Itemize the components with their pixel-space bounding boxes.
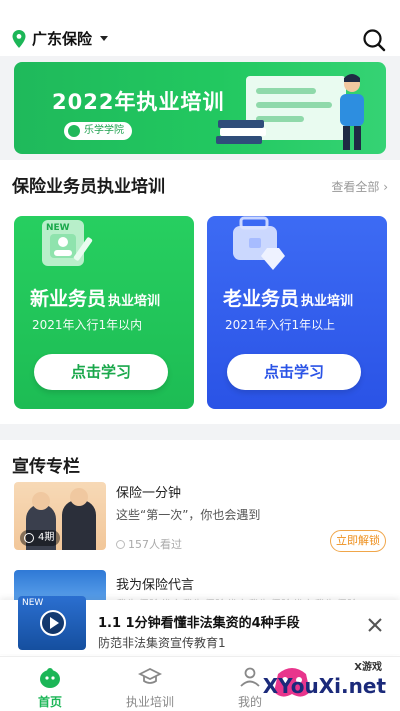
list-item[interactable]: 4期 保险一分钟 这些“第一次”，你也会遇到 157人看过 立即解锁 <box>14 482 386 554</box>
location-pin-icon <box>12 29 26 48</box>
training-section-title: 保险业务员执业培训 <box>12 177 165 197</box>
player-title: 1.1 1分钟看懂非法集资的4种手段 <box>98 616 300 631</box>
teacher-illustration <box>340 74 364 150</box>
top-bar: 广东保险 <box>0 0 400 56</box>
view-count: 157人看过 <box>116 536 182 552</box>
new-agent-card[interactable]: NEW 新业务员 执业培训 2021年入行1年以内 点击学习 <box>14 216 194 409</box>
promo-banner[interactable]: 2022年执业培训 乐学学院 <box>14 62 386 154</box>
player-subtitle: 防范非法集资宣传教育1 <box>98 636 226 650</box>
new-badge-label: NEW <box>46 223 70 233</box>
article-title: 我为保险代言 <box>116 578 195 593</box>
location-selector[interactable]: 广东保险 <box>12 28 109 49</box>
new-badge-icon: NEW <box>42 220 93 266</box>
column-section-title: 宣传专栏 <box>12 457 80 477</box>
brand-logo-icon <box>68 125 80 137</box>
close-icon[interactable] <box>366 616 384 634</box>
senior-agent-card[interactable]: 老业务员 执业培训 2021年入行1年以上 点击学习 <box>207 216 387 409</box>
site-watermark: X游戏 XYouXi.net <box>220 656 396 711</box>
video-thumbnail[interactable]: NEW <box>18 596 86 650</box>
mini-player[interactable]: NEW 1.1 1分钟看懂非法集资的4种手段 防范非法集资宣传教育1 <box>0 596 400 654</box>
briefcase-icon <box>233 216 285 270</box>
start-learning-button[interactable]: 点击学习 <box>227 354 361 390</box>
play-icon[interactable] <box>40 610 66 636</box>
caret-down-icon <box>100 36 109 41</box>
tab-home[interactable]: 首页 <box>0 657 100 711</box>
home-icon <box>40 668 60 688</box>
view-all-link[interactable]: 查看全部 › <box>331 178 388 195</box>
user-icon <box>116 540 125 549</box>
clock-icon <box>24 533 34 543</box>
banner-title: 2022年执业培训 <box>52 90 225 114</box>
tab-training[interactable]: 执业培训 <box>100 657 200 711</box>
unlock-button[interactable]: 立即解锁 <box>330 530 386 552</box>
card-title: 新业务员 执业培训 <box>30 288 161 310</box>
episode-count: 4期 <box>20 530 61 546</box>
location-label: 广东保险 <box>32 30 93 48</box>
card-title: 老业务员 执业培训 <box>223 288 354 310</box>
card-subtitle: 2021年入行1年以上 <box>225 318 336 332</box>
graduation-cap-icon <box>138 667 162 684</box>
card-subtitle: 2021年入行1年以内 <box>32 318 143 332</box>
start-learning-button[interactable]: 点击学习 <box>34 354 168 390</box>
article-thumbnail: 4期 <box>14 482 106 550</box>
training-section: 保险业务员执业培训 查看全部 › NEW 新业务员 执业培训 2021年入行1年以… <box>0 160 400 424</box>
article-desc: 这些“第一次”，你也会遇到 <box>116 508 261 522</box>
article-title: 保险一分钟 <box>116 486 182 501</box>
search-icon[interactable] <box>362 28 386 52</box>
banner-brand: 乐学学院 <box>64 122 132 140</box>
